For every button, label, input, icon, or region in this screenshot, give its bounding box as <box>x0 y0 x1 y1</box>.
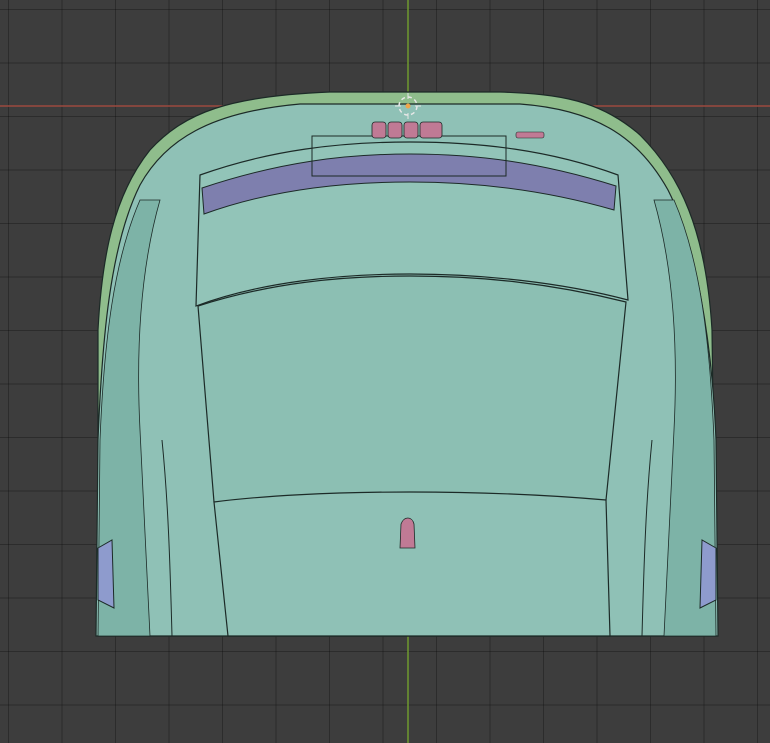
viewport-scene[interactable] <box>0 0 770 743</box>
antenna-fin[interactable] <box>399 517 416 549</box>
rear-light-cluster[interactable] <box>371 121 443 139</box>
hood-panel <box>213 491 611 637</box>
car-model[interactable] <box>95 91 719 637</box>
roof-panel[interactable] <box>197 275 627 515</box>
rear-badge <box>515 131 545 139</box>
left-mirror[interactable] <box>97 539 115 609</box>
right-mirror[interactable] <box>699 539 717 609</box>
3d-viewport[interactable] <box>0 0 770 743</box>
